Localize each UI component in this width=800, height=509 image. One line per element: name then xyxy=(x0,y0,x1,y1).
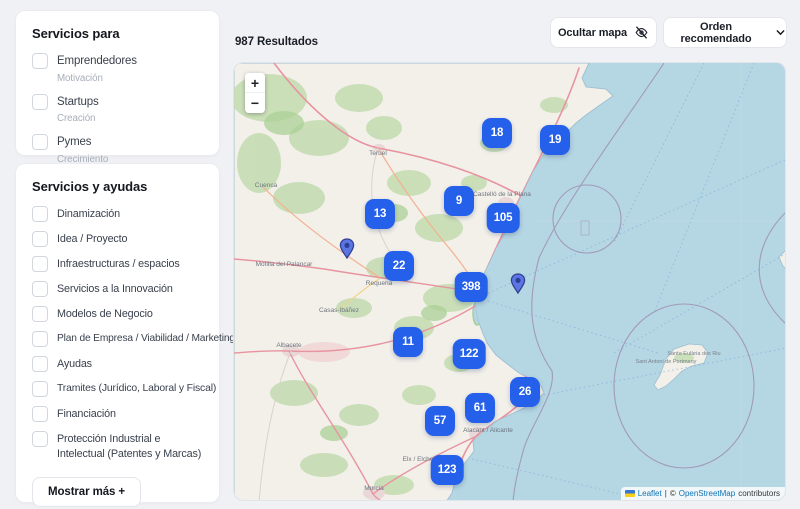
cluster-marker[interactable]: 18 xyxy=(482,118,512,148)
map-attribution: Leaflet | © OpenStreetMap contributors xyxy=(621,487,785,500)
cluster-marker[interactable]: 123 xyxy=(431,455,464,485)
filter-dinamizacion[interactable]: Dinamización xyxy=(32,207,203,222)
filter-emprendedores[interactable]: Emprendedores Motivación xyxy=(32,54,203,84)
city-label: Cuenca xyxy=(255,182,278,189)
services-for-list: Emprendedores Motivación Startups Creaci… xyxy=(32,54,203,165)
city-label: Santa Eulària des Riu xyxy=(667,351,720,357)
checkbox-startups[interactable] xyxy=(32,94,48,110)
city-label: Motilla del Palancar xyxy=(256,261,314,268)
filter-label: Financiación xyxy=(57,407,116,422)
sort-label: Orden recomendado xyxy=(664,21,768,45)
city-label: Elx / Elche xyxy=(403,456,434,463)
cluster-marker[interactable]: 61 xyxy=(465,393,495,423)
city-label: Alacant / Alicante xyxy=(463,427,513,434)
chevron-down-icon xyxy=(775,27,786,38)
show-more-button[interactable]: Mostrar más + xyxy=(32,477,141,507)
cluster-marker[interactable]: 11 xyxy=(393,327,423,357)
filter-label: Modelos de Negocio xyxy=(57,307,153,322)
leaflet-link[interactable]: Leaflet xyxy=(638,489,662,498)
city-label: Casas-Ibáñez xyxy=(319,307,359,314)
filters-services-aid-card: Servicios y ayudas Dinamización Idea / P… xyxy=(15,163,220,503)
cluster-marker[interactable]: 9 xyxy=(444,186,474,216)
section-title-servicios-ayudas: Servicios y ayudas xyxy=(32,179,203,194)
filter-label: Emprendedores xyxy=(57,54,137,70)
filter-label: Pymes xyxy=(57,135,108,151)
filter-label: Idea / Proyecto xyxy=(57,232,127,247)
filters-services-for-card: Servicios para Emprendedores Motivación … xyxy=(15,10,220,156)
cluster-marker[interactable]: 122 xyxy=(453,339,486,369)
map-pin-marker[interactable] xyxy=(339,238,355,259)
zoom-out-button[interactable]: − xyxy=(245,93,265,113)
filter-sublabel: Motivación xyxy=(57,73,137,84)
checkbox[interactable] xyxy=(32,381,48,397)
hide-map-button[interactable]: Ocultar mapa xyxy=(550,17,657,48)
city-label: Murcia xyxy=(364,485,384,492)
attribution-divider: | xyxy=(665,489,667,498)
results-count: 987 Resultados xyxy=(235,36,318,48)
contributors-text: contributors xyxy=(738,489,780,498)
map-zoom-control: + − xyxy=(245,73,265,113)
copyright-symbol: © xyxy=(670,489,676,498)
cluster-marker[interactable]: 13 xyxy=(365,199,395,229)
filter-proteccion-industrial[interactable]: Protección Industrial e Intelectual (Pat… xyxy=(32,432,203,461)
filter-label: Infraestructuras / espacios xyxy=(57,257,180,272)
map-container[interactable]: Teruel Cuenca Motilla del Palancar Casas… xyxy=(233,62,786,501)
city-label: Albacete xyxy=(276,342,302,349)
checkbox[interactable] xyxy=(32,331,48,347)
ukraine-flag-icon xyxy=(625,490,635,497)
filter-tramites[interactable]: Tramites (Jurídico, Laboral y Fiscal) xyxy=(32,382,203,397)
sort-dropdown[interactable]: Orden recomendado xyxy=(663,17,787,48)
checkbox[interactable] xyxy=(32,306,48,322)
hide-map-label: Ocultar mapa xyxy=(558,27,627,39)
cluster-marker[interactable]: 105 xyxy=(487,203,520,233)
checkbox-pymes[interactable] xyxy=(32,134,48,150)
city-label: Sant Antoni de Portmany xyxy=(636,359,697,365)
cluster-marker[interactable]: 19 xyxy=(540,125,570,155)
filter-plan-empresa[interactable]: Plan de Empresa / Viabilidad / Marketing xyxy=(32,332,203,347)
filter-sublabel: Creación xyxy=(57,113,99,124)
cluster-marker[interactable]: 57 xyxy=(425,406,455,436)
filter-label: Startups xyxy=(57,95,99,111)
checkbox-emprendedores[interactable] xyxy=(32,53,48,69)
checkbox[interactable] xyxy=(32,356,48,372)
checkbox[interactable] xyxy=(32,231,48,247)
checkbox[interactable] xyxy=(32,431,48,447)
eye-off-icon xyxy=(634,25,649,40)
filter-idea-proyecto[interactable]: Idea / Proyecto xyxy=(32,232,203,247)
filter-ayudas[interactable]: Ayudas xyxy=(32,357,203,372)
cluster-marker[interactable]: 26 xyxy=(510,377,540,407)
section-title-services-para: Servicios para xyxy=(32,26,203,41)
city-label: Teruel xyxy=(369,150,387,157)
filter-label: Tramites (Jurídico, Laboral y Fiscal) xyxy=(57,382,216,396)
checkbox[interactable] xyxy=(32,256,48,272)
filter-label: Dinamización xyxy=(57,207,120,222)
filter-label: Protección Industrial e Intelectual (Pat… xyxy=(57,432,203,461)
services-aid-list: Dinamización Idea / Proyecto Infraestruc… xyxy=(32,207,203,461)
filter-startups[interactable]: Startups Creación xyxy=(32,95,203,125)
cluster-marker[interactable]: 22 xyxy=(384,251,414,281)
checkbox[interactable] xyxy=(32,406,48,422)
filter-label: Servicios a la Innovación xyxy=(57,282,173,297)
filter-pymes[interactable]: Pymes Crecimiento xyxy=(32,135,203,165)
filter-servicios-innovacion[interactable]: Servicios a la Innovación xyxy=(32,282,203,297)
filter-label: Plan de Empresa / Viabilidad / Marketing xyxy=(57,332,235,346)
checkbox[interactable] xyxy=(32,206,48,222)
filter-modelos-negocio[interactable]: Modelos de Negocio xyxy=(32,307,203,322)
zoom-in-button[interactable]: + xyxy=(245,73,265,93)
map-pin-marker[interactable] xyxy=(510,273,526,294)
filter-infraestructuras[interactable]: Infraestructuras / espacios xyxy=(32,257,203,272)
cluster-marker[interactable]: 398 xyxy=(455,272,488,302)
filter-label: Ayudas xyxy=(57,357,92,372)
city-label: Requena xyxy=(366,280,393,287)
osm-link[interactable]: OpenStreetMap xyxy=(679,489,735,498)
filter-financiacion[interactable]: Financiación xyxy=(32,407,203,422)
checkbox[interactable] xyxy=(32,281,48,297)
city-label: Castelló de la Plana xyxy=(473,191,531,198)
